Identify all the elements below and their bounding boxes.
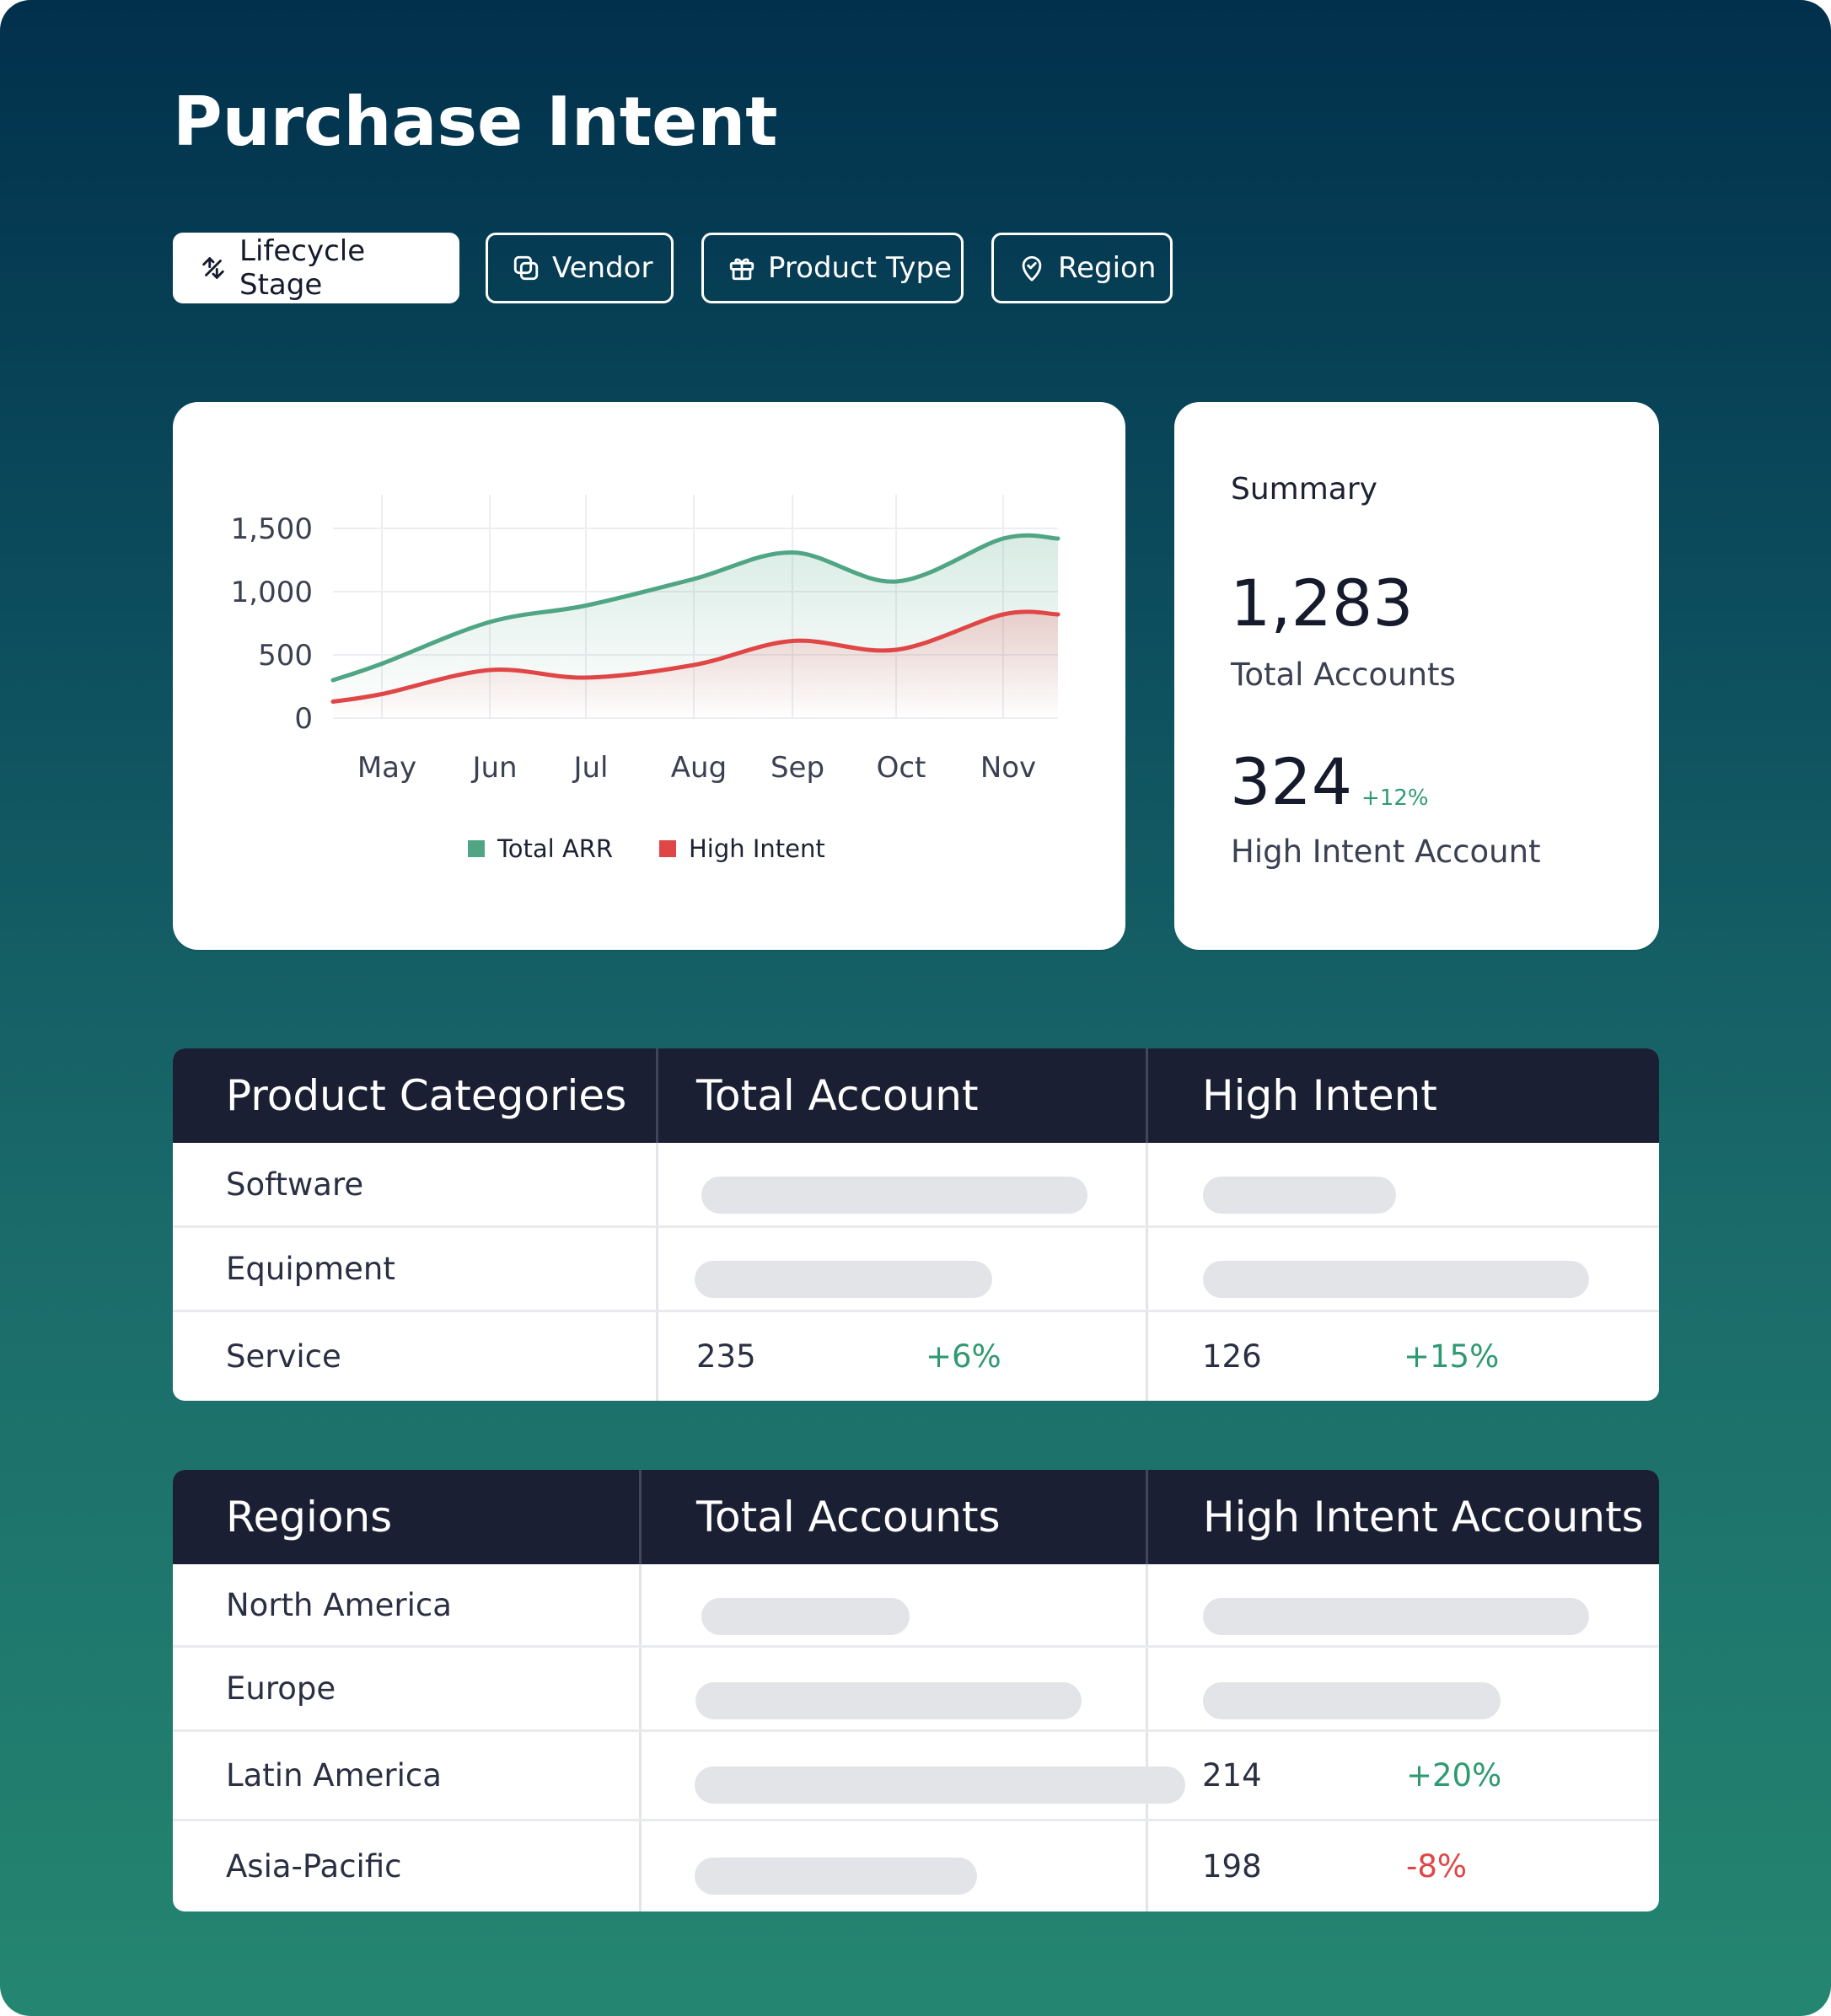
column-header-high-intent-accounts: High Intent Accounts <box>1203 1493 1644 1541</box>
filter-label: Product Type <box>768 251 952 285</box>
gift-box-icon <box>728 254 756 282</box>
high-intent-value: 324 <box>1230 744 1353 819</box>
regions-table: Regions Total Accounts High Intent Accou… <box>173 1470 1659 1911</box>
filter-lifecycle-stage-button[interactable]: Lifecycle Stage <box>173 233 459 303</box>
legend-label: High Intent <box>689 834 825 863</box>
table-row-software-name: Software <box>226 1166 364 1203</box>
service-total-delta: +6% <box>926 1338 1001 1375</box>
y-tick-label: 1,000 <box>231 576 313 609</box>
table-row-service-name: Service <box>226 1338 341 1375</box>
summary-card: Summary 1,283 Total Accounts 324 +12% Hi… <box>1174 402 1659 950</box>
column-divider <box>656 1048 658 1143</box>
legend-swatch <box>659 840 676 857</box>
total-accounts-placeholder-bar <box>695 1858 977 1895</box>
page-title: Purchase Intent <box>173 83 778 161</box>
column-header-total-account: Total Account <box>696 1071 979 1120</box>
latin-america-high-value: 214 <box>1202 1756 1262 1793</box>
latin-america-high-delta: +20% <box>1406 1756 1502 1793</box>
row-divider <box>173 1225 1659 1228</box>
legend-label: Total ARR <box>497 834 613 863</box>
x-tick-label: Jul <box>572 751 608 785</box>
table-row-equipment-name: Equipment <box>226 1250 395 1287</box>
filter-region-button[interactable]: Region <box>991 233 1173 303</box>
legend-swatch <box>468 840 485 857</box>
summary-label: Summary <box>1231 472 1377 507</box>
high-intent-placeholder-bar <box>1203 1598 1589 1635</box>
column-divider <box>1146 1048 1148 1143</box>
high-intent-placeholder-bar <box>1203 1261 1589 1298</box>
total-account-placeholder-bar <box>701 1177 1087 1214</box>
column-divider <box>1146 1564 1148 1911</box>
total-account-placeholder-bar <box>695 1261 992 1298</box>
vendor-stack-icon <box>512 254 540 282</box>
filter-label: Region <box>1058 251 1157 285</box>
chart-card: 0 500 1,000 1,500 May Jun Jul Aug Sep Oct Nov Total… <box>173 402 1125 950</box>
high-intent-delta: +12% <box>1361 785 1429 811</box>
x-tick-label: Aug <box>671 751 727 785</box>
column-header-high-intent: High Intent <box>1202 1071 1437 1120</box>
filter-vendor-button[interactable]: Vendor <box>486 233 674 303</box>
service-total-value: 235 <box>696 1338 756 1375</box>
y-tick-label: 0 <box>294 702 313 736</box>
service-high-value: 126 <box>1202 1338 1262 1375</box>
column-header-product-categories: Product Categories <box>226 1071 627 1120</box>
high-intent-label: High Intent Account <box>1231 834 1541 870</box>
purchase-intent-dashboard: Purchase Intent Lifecycle Stage Vendor P… <box>0 0 1831 2016</box>
table-row-asia-pacific-name: Asia-Pacific <box>226 1847 402 1885</box>
asia-pacific-high-value: 198 <box>1202 1847 1262 1885</box>
high-intent-placeholder-bar <box>1203 1177 1396 1214</box>
filter-label: Vendor <box>552 251 653 285</box>
table-row-europe-name: Europe <box>226 1670 336 1707</box>
x-tick-label: Jun <box>470 751 517 785</box>
column-divider <box>639 1470 642 1564</box>
column-divider <box>639 1564 642 1911</box>
area-chart: 0 500 1,000 1,500 May Jun Jul Aug Sep Oct Nov Total… <box>231 495 1060 863</box>
x-tick-label: Sep <box>771 751 824 785</box>
table-row-north-america-name: North America <box>226 1586 452 1623</box>
asia-pacific-high-delta: -8% <box>1406 1847 1468 1885</box>
product-categories-table: Product Categories Total Account High In… <box>173 1048 1659 1401</box>
table-row-latin-america-name: Latin America <box>226 1756 442 1793</box>
total-accounts-label: Total Accounts <box>1231 657 1456 693</box>
x-tick-label: Oct <box>877 751 926 785</box>
lifecycle-arrows-icon <box>199 254 228 282</box>
x-tick-label: Nov <box>980 751 1036 785</box>
total-accounts-value: 1,283 <box>1230 566 1414 641</box>
location-check-icon <box>1018 254 1046 282</box>
y-tick-label: 1,500 <box>231 512 313 546</box>
service-high-delta: +15% <box>1404 1338 1500 1375</box>
column-header-total-accounts: Total Accounts <box>696 1493 1001 1541</box>
column-divider <box>1146 1143 1148 1401</box>
column-divider <box>656 1143 658 1401</box>
y-tick-label: 500 <box>258 639 313 673</box>
high-intent-placeholder-bar <box>1203 1682 1501 1719</box>
total-accounts-placeholder-bar <box>695 1682 1082 1719</box>
x-tick-label: May <box>357 751 416 785</box>
total-accounts-placeholder-bar <box>701 1598 910 1635</box>
column-header-regions: Regions <box>226 1493 393 1541</box>
filter-product-type-button[interactable]: Product Type <box>701 233 964 303</box>
filter-label: Lifecycle Stage <box>239 234 366 302</box>
total-accounts-placeholder-bar <box>695 1767 1185 1804</box>
row-divider <box>173 1645 1659 1648</box>
column-divider <box>1146 1470 1148 1564</box>
